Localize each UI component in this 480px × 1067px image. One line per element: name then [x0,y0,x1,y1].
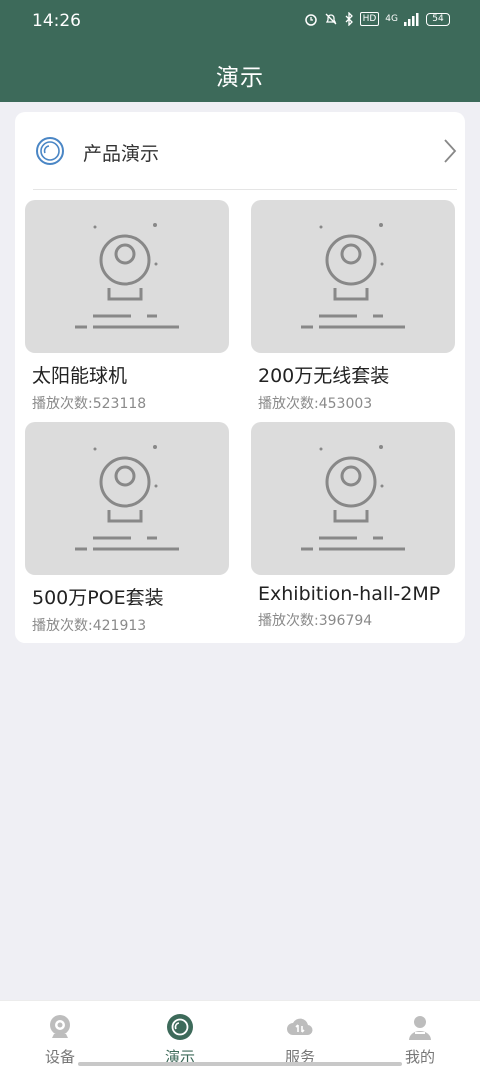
product-title: 500万POE套装 [32,587,164,609]
status-icons: HD 4G 54 [304,12,450,26]
page-title: 演示 [216,65,264,91]
product-title: 太阳能球机 [32,365,128,387]
play-count: 播放次数:523118 [32,396,147,412]
camera-placeholder-icon [75,223,179,329]
play-count: 播放次数:421913 [32,618,147,634]
signal-icon [404,12,419,26]
product-item[interactable]: 太阳能球机 播放次数:523118 [25,200,229,413]
tab-demo[interactable]: 演示 [120,1001,240,1067]
home-indicator [78,1062,402,1066]
bottom-tab-bar: 设备 演示 服务 我的 [0,1000,480,1067]
camera-placeholder-icon [301,445,405,551]
mute-bell-icon [325,13,337,25]
camera-icon [50,1015,70,1038]
product-item[interactable]: 500万POE套装 播放次数:421913 [25,422,229,635]
product-thumbnail [251,200,455,353]
camera-placeholder-icon [75,445,179,551]
section-label: 产品演示 [83,143,160,165]
camera-placeholder-icon [301,223,405,329]
chevron-right-icon [444,139,457,163]
play-count: 播放次数:453003 [258,396,373,412]
hd-badge: HD [359,12,380,26]
product-title: 200万无线套装 [258,365,390,387]
tab-service[interactable]: 服务 [240,1001,360,1067]
product-demo-row[interactable]: 产品演示 [15,112,465,190]
user-icon [409,1016,431,1040]
cloud-service-icon [287,1018,313,1036]
demo-icon [167,1014,193,1040]
product-item[interactable]: Exhibition-hall-2MP 播放次数:396794 [251,422,455,630]
status-bar: 14:26 HD 4G 54 [0,0,480,40]
battery-indicator: 54 [426,12,450,26]
alarm-icon [304,14,317,26]
product-thumbnail [251,422,455,575]
bluetooth-icon [345,12,353,26]
product-title: Exhibition-hall-2MP [258,583,441,605]
product-item[interactable]: 200万无线套装 播放次数:453003 [251,200,455,413]
tab-devices[interactable]: 设备 [0,1001,120,1067]
product-demo-card: 产品演示 太阳能球机 播放次数:523118 200万无线套装 播放次数:453… [15,112,465,643]
divider [33,189,457,190]
network-label: 4G [385,14,398,24]
demo-lens-icon [36,137,64,165]
tab-profile[interactable]: 我的 [360,1001,480,1067]
status-time: 14:26 [32,11,81,31]
play-count: 播放次数:396794 [258,613,373,629]
product-thumbnail [25,200,229,353]
product-thumbnail [25,422,229,575]
top-app-bar: 14:26 HD 4G 54 演示 [0,0,480,102]
